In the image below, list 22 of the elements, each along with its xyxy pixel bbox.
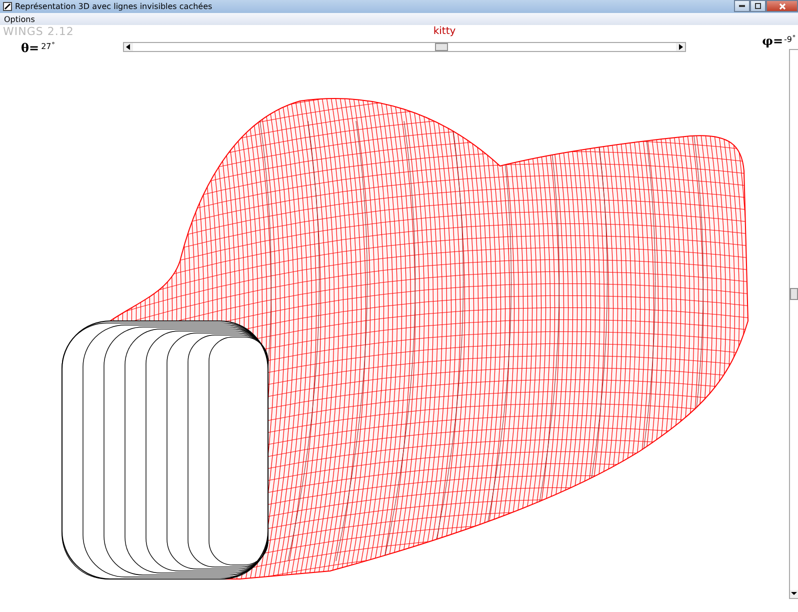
app-version-label: WINGS 2.12 (3, 25, 75, 38)
close-icon (778, 2, 786, 10)
restore-button[interactable] (750, 0, 766, 12)
left-arrow-icon (124, 43, 132, 51)
window-title: Représentation 3D avec lignes invisibles cachées (15, 2, 214, 11)
minimize-icon (739, 5, 745, 7)
vertical-slider[interactable] (789, 49, 798, 599)
phi-symbol: φ= (762, 35, 784, 47)
phi-value: -9˚ (784, 35, 796, 44)
close-button[interactable] (766, 0, 798, 12)
restore-icon (755, 3, 761, 9)
right-arrow-icon (676, 43, 684, 51)
model-name: kitty (433, 26, 456, 38)
slider-thumb[interactable] (435, 43, 448, 51)
theta-symbol: θ= (21, 42, 40, 54)
menu-item[interactable]: Options (4, 14, 35, 24)
down-arrow-icon (790, 590, 798, 598)
minimize-button[interactable] (734, 0, 750, 12)
theta-value: 27˚ (41, 42, 56, 51)
horizontal-slider[interactable] (123, 42, 686, 52)
slider-thumb[interactable] (790, 288, 798, 300)
pen-icon (3, 2, 12, 11)
